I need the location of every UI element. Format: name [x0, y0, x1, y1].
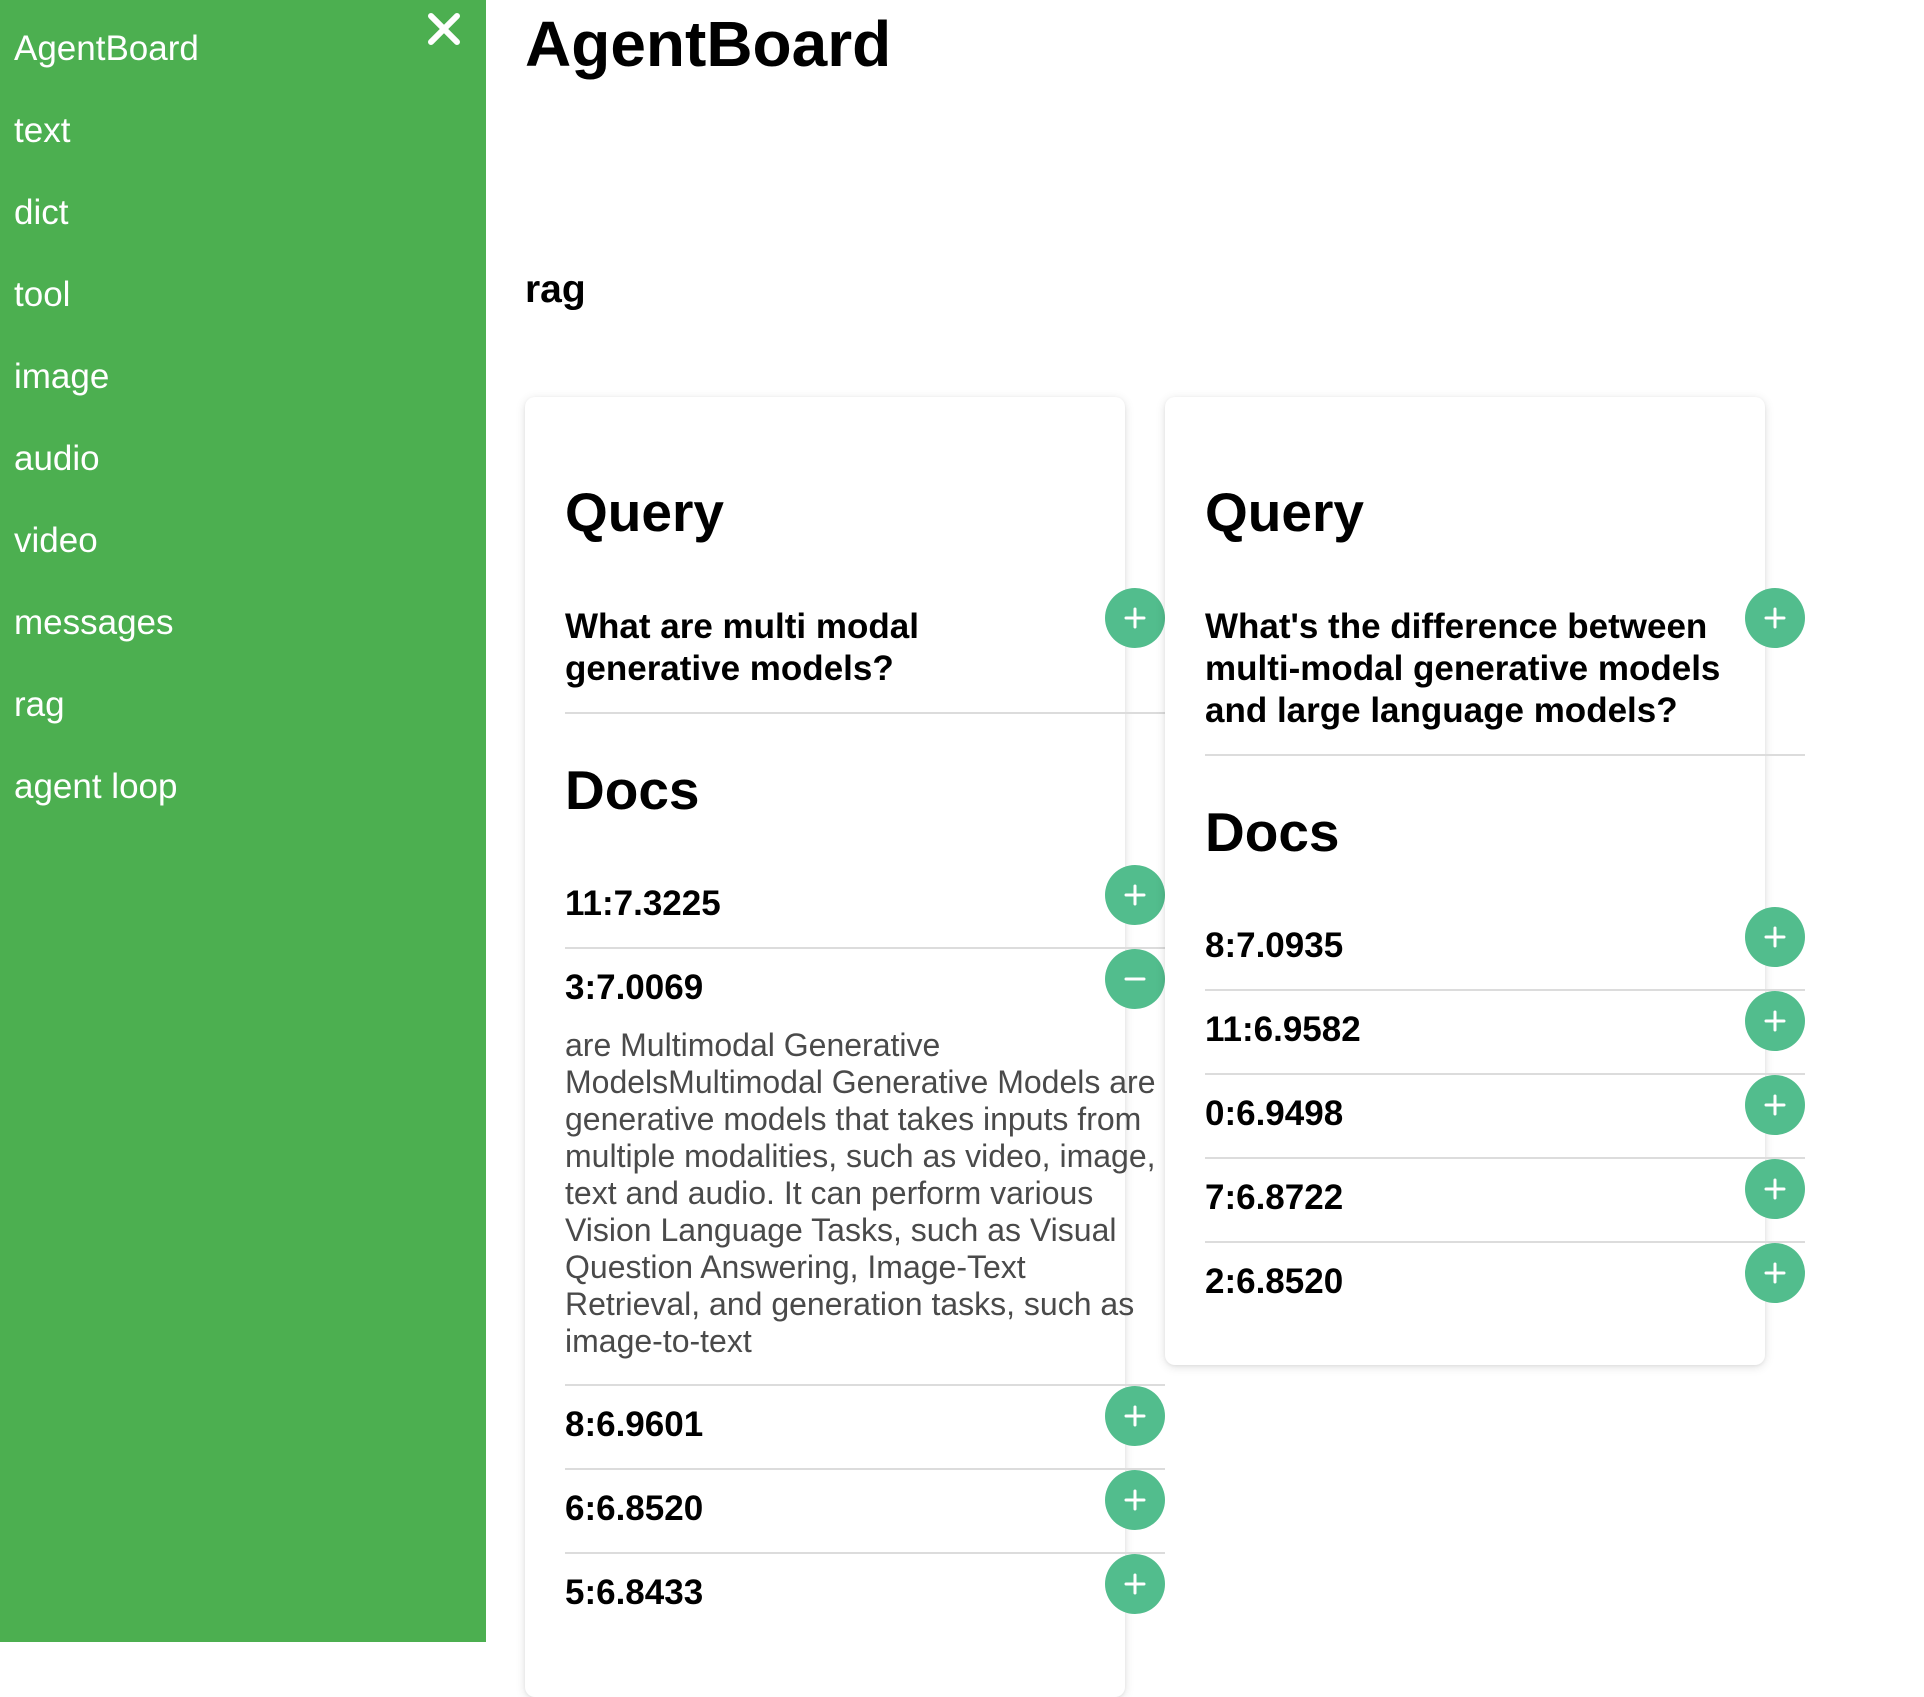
doc-id: 5:6.8433 [565, 1573, 704, 1612]
query-heading: Query [565, 481, 724, 543]
doc-id: 0:6.9498 [1205, 1094, 1344, 1133]
minus-icon [1124, 977, 1146, 981]
sidebar-item-agent-loop[interactable]: agent loop [14, 767, 177, 807]
plus-icon [1124, 607, 1146, 629]
sidebar: AgentBoard text dict tool image audio vi… [0, 0, 486, 1642]
expand-doc-button[interactable] [1745, 1243, 1805, 1303]
doc-id: 11:7.3225 [565, 884, 721, 923]
doc-id: 11:6.9582 [1205, 1010, 1361, 1049]
docs-heading: Docs [565, 759, 700, 821]
sidebar-item-tool[interactable]: tool [14, 275, 70, 315]
expand-query-button[interactable] [1105, 588, 1165, 648]
divider [1205, 754, 1805, 756]
doc-id: 3:7.0069 [565, 968, 704, 1007]
plus-icon [1764, 1262, 1786, 1284]
sidebar-item-messages[interactable]: messages [14, 603, 174, 643]
collapse-doc-button[interactable] [1105, 949, 1165, 1009]
query-text: What's the difference between multi-moda… [1205, 607, 1721, 730]
docs-heading: Docs [1205, 801, 1340, 863]
plus-icon [1764, 926, 1786, 948]
rag-card: Query What's the difference between mult… [1165, 397, 1805, 1365]
rag-card: Query What are multi modal generative mo… [525, 397, 1165, 1697]
expand-doc-button[interactable] [1745, 1159, 1805, 1219]
divider [1205, 989, 1805, 991]
expand-doc-button[interactable] [1745, 1075, 1805, 1135]
doc-id: 8:7.0935 [1205, 926, 1344, 965]
sidebar-item-agentboard[interactable]: AgentBoard [14, 29, 199, 69]
plus-icon [1764, 1178, 1786, 1200]
sidebar-item-video[interactable]: video [14, 521, 98, 561]
plus-icon [1124, 1489, 1146, 1511]
divider [565, 1384, 1165, 1386]
sidebar-item-rag[interactable]: rag [14, 685, 65, 725]
section-title: rag [525, 268, 586, 311]
divider [565, 1468, 1165, 1470]
doc-id: 6:6.8520 [565, 1489, 704, 1528]
plus-icon [1764, 1010, 1786, 1032]
plus-icon [1124, 884, 1146, 906]
query-text: What are multi modal generative models? [565, 607, 919, 688]
divider [565, 1552, 1165, 1554]
divider [565, 947, 1165, 949]
doc-id: 8:6.9601 [565, 1405, 704, 1444]
expand-doc-button[interactable] [1105, 865, 1165, 925]
page-title: AgentBoard [525, 8, 892, 80]
query-heading: Query [1205, 481, 1364, 543]
divider [1205, 1241, 1805, 1243]
expand-query-button[interactable] [1745, 588, 1805, 648]
divider [1205, 1157, 1805, 1159]
close-icon[interactable] [423, 8, 465, 50]
sidebar-item-dict[interactable]: dict [14, 193, 68, 233]
divider [565, 712, 1165, 714]
doc-text: are Multimodal Generative ModelsMultimod… [565, 1027, 1156, 1359]
doc-id: 7:6.8722 [1205, 1178, 1344, 1217]
expand-doc-button[interactable] [1745, 907, 1805, 967]
expand-doc-button[interactable] [1105, 1470, 1165, 1530]
expand-doc-button[interactable] [1105, 1386, 1165, 1446]
sidebar-item-image[interactable]: image [14, 357, 109, 397]
divider [1205, 1073, 1805, 1075]
plus-icon [1124, 1405, 1146, 1427]
plus-icon [1764, 1094, 1786, 1116]
sidebar-item-text[interactable]: text [14, 111, 70, 151]
expand-doc-button[interactable] [1745, 991, 1805, 1051]
expand-doc-button[interactable] [1105, 1554, 1165, 1614]
plus-icon [1124, 1573, 1146, 1595]
doc-id: 2:6.8520 [1205, 1262, 1344, 1301]
sidebar-item-audio[interactable]: audio [14, 439, 100, 479]
plus-icon [1764, 607, 1786, 629]
